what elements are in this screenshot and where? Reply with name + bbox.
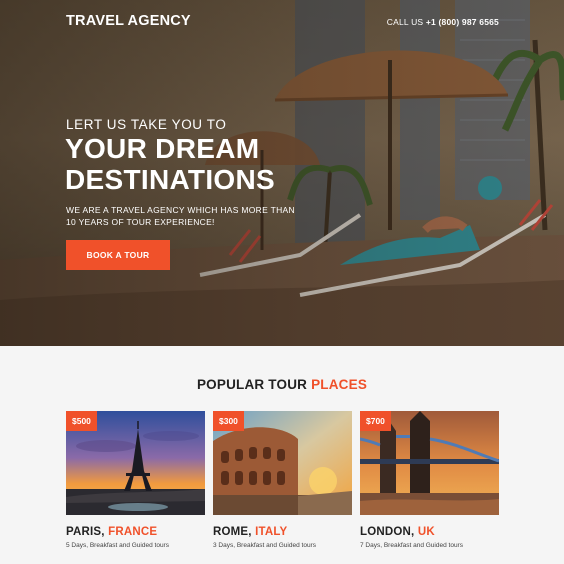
brand-logo[interactable]: TRAVEL AGENCY: [66, 13, 191, 29]
london-photo[interactable]: $700: [360, 411, 499, 515]
city-name: ROME,: [213, 526, 252, 538]
tour-details: 5 Days, Breakfast and Guided tours: [66, 542, 169, 549]
phone-number[interactable]: +1 (800) 987 6565: [426, 17, 499, 27]
city-name: LONDON,: [360, 526, 415, 538]
call-us-text: CALL US +1 (800) 987 6565: [387, 17, 499, 27]
section-title: POPULAR TOUR PLACES: [0, 377, 564, 392]
tour-card-rome[interactable]: $300 ROME, ITALY 3 Days, Breakfast and G…: [213, 411, 352, 549]
tour-details: 3 Days, Breakfast and Guided tours: [213, 542, 316, 549]
call-us-label: CALL US: [386, 17, 424, 27]
hero-banner: TRAVEL AGENCY CALL US +1 (800) 987 6565 …: [0, 0, 564, 346]
hero-tagline: LERT US TAKE YOU TO: [66, 117, 227, 132]
tour-title[interactable]: LONDON, UK: [360, 526, 499, 538]
headline-line-2: DESTINATIONS: [65, 164, 275, 195]
tour-card-paris[interactable]: $500 PARIS, FRANCE 5 Days, Breakfast and…: [66, 411, 205, 549]
tour-card-london[interactable]: $700 LONDON, UK 7 Days, Breakfast and Gu…: [360, 411, 499, 549]
tour-details: 7 Days, Breakfast and Guided tours: [360, 542, 463, 549]
headline-line-1: YOUR DREAM: [65, 133, 260, 164]
paris-photo[interactable]: $500: [66, 411, 205, 515]
tour-title[interactable]: ROME, ITALY: [213, 526, 352, 538]
country-name: UK: [417, 526, 435, 538]
hero-subtitle: WE ARE A TRAVEL AGENCY WHICH HAS MORE TH…: [66, 205, 295, 227]
hero-headline: YOUR DREAM DESTINATIONS: [65, 133, 275, 195]
book-a-tour-button[interactable]: BOOK A TOUR: [66, 240, 170, 270]
tour-title[interactable]: PARIS, FRANCE: [66, 526, 205, 538]
price-badge: $700: [360, 411, 391, 431]
country-name: ITALY: [255, 526, 288, 538]
section-title-main: POPULAR TOUR: [196, 377, 308, 392]
country-name: FRANCE: [108, 526, 158, 538]
price-badge: $500: [66, 411, 97, 431]
city-name: PARIS,: [66, 526, 105, 538]
section-title-accent: PLACES: [311, 377, 368, 392]
rome-photo[interactable]: $300: [213, 411, 352, 515]
price-badge: $300: [213, 411, 244, 431]
